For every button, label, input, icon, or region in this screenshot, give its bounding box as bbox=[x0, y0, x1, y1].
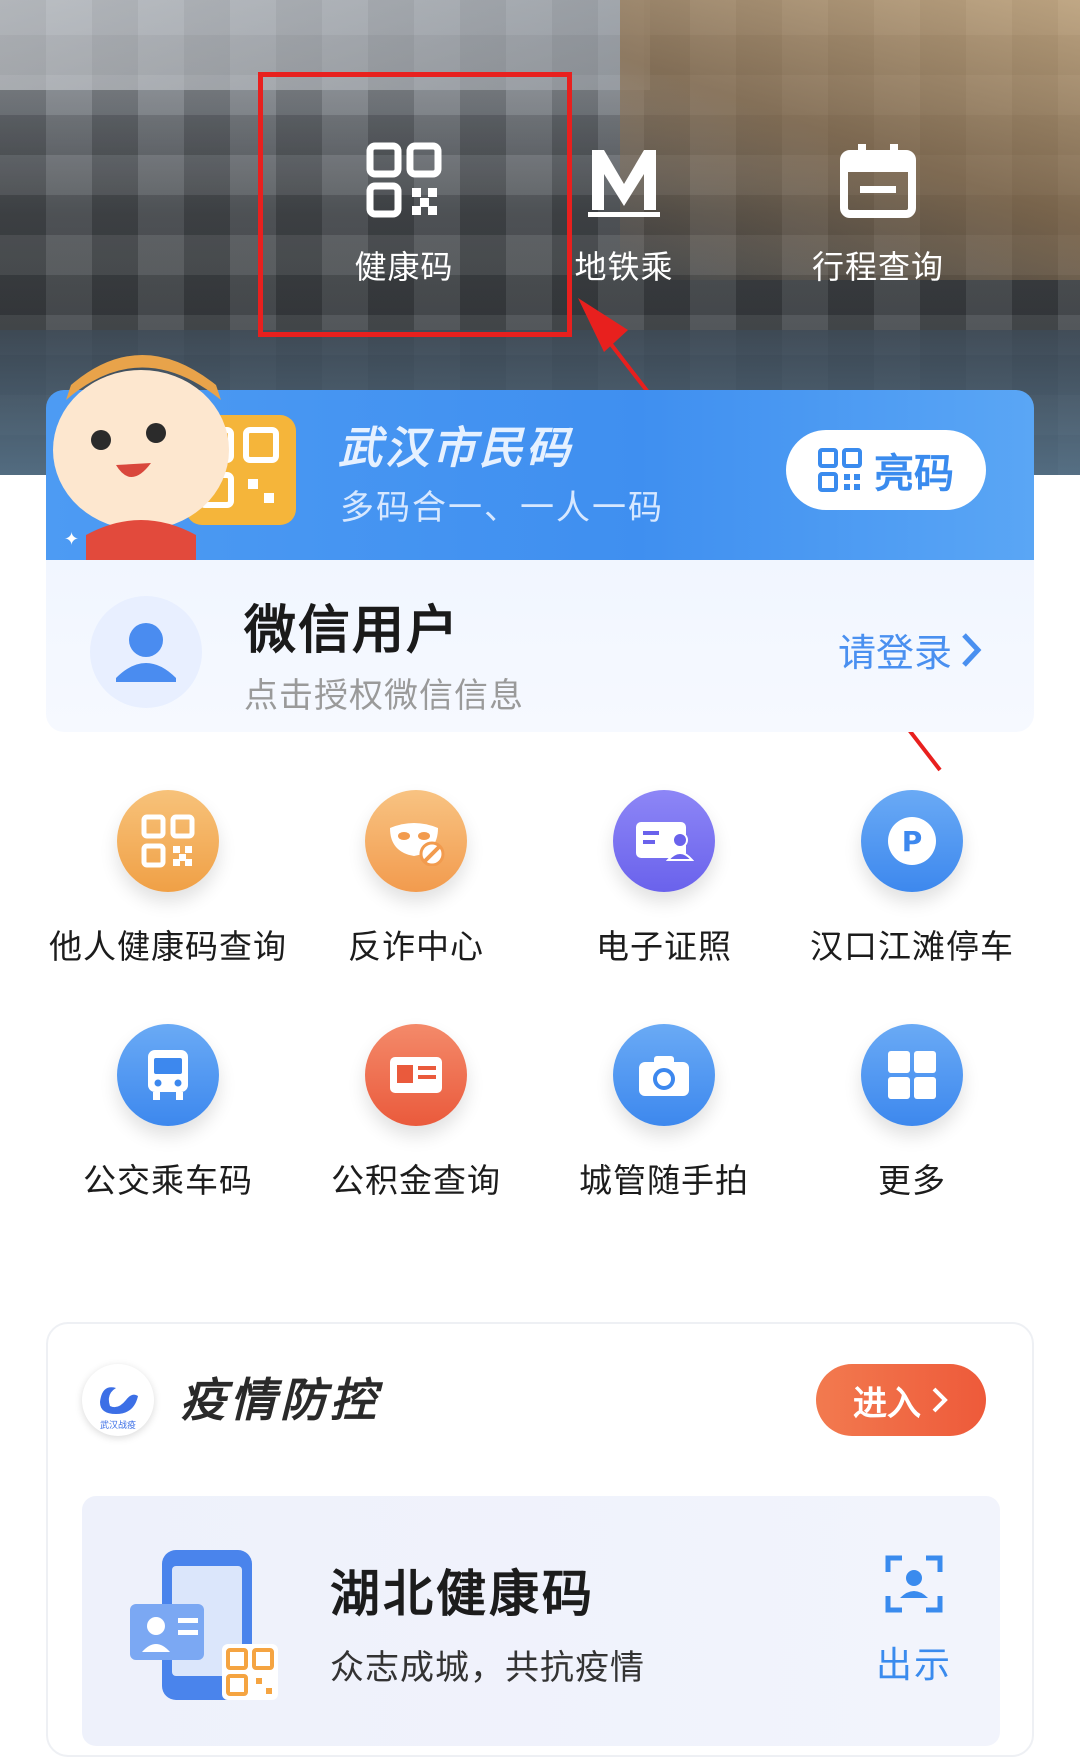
service-others-health-code[interactable]: 他人健康码查询 bbox=[44, 790, 292, 968]
service-anti-fraud[interactable]: 反诈中心 bbox=[292, 790, 540, 968]
present-label: 出示 bbox=[875, 1645, 952, 1686]
grid-icon bbox=[861, 1024, 963, 1126]
camera-icon bbox=[613, 1024, 715, 1126]
qr-code-icon bbox=[818, 448, 862, 492]
service-label: 反诈中心 bbox=[348, 927, 484, 966]
section-title: 疫情防控 bbox=[180, 1373, 380, 1427]
mascot-illustration: ✦ bbox=[53, 355, 296, 575]
parking-icon: P bbox=[861, 790, 963, 892]
annotation-highlight-box bbox=[258, 72, 572, 337]
login-label: 请登录 bbox=[837, 631, 952, 675]
service-more[interactable]: 更多 bbox=[788, 1024, 1036, 1202]
user-icon bbox=[116, 623, 176, 682]
service-label: 公交乘车码 bbox=[83, 1161, 253, 1200]
enter-button[interactable]: 进入 bbox=[816, 1364, 986, 1436]
avatar bbox=[90, 596, 202, 708]
svg-text:武汉战疫: 武汉战疫 bbox=[100, 1419, 136, 1431]
service-label: 电子证照 bbox=[596, 927, 732, 966]
epidemic-control-card: 武汉战疫 疫情防控 进入 湖北健康码 众志成城，共抗疫情 出示 bbox=[46, 1322, 1034, 1757]
login-link[interactable]: 请登录 bbox=[838, 622, 984, 677]
face-scan-icon bbox=[885, 1555, 943, 1613]
quick-link-label: 行程查询 bbox=[811, 248, 944, 286]
user-name: 微信用户 bbox=[244, 601, 461, 661]
svg-text:✦: ✦ bbox=[64, 529, 79, 550]
present-button[interactable]: 出示 bbox=[876, 1554, 952, 1688]
card-icon bbox=[365, 1024, 467, 1126]
qr-code-icon bbox=[117, 790, 219, 892]
phone-id-illustration bbox=[130, 1550, 278, 1700]
user-auth-hint: 点击授权微信信息 bbox=[244, 676, 524, 716]
show-code-button[interactable]: 亮码 bbox=[786, 430, 986, 510]
service-housing-fund[interactable]: 公积金查询 bbox=[292, 1024, 540, 1202]
wuhan-fight-logo-icon: 武汉战疫 bbox=[82, 1364, 154, 1436]
service-label: 汉口江滩停车 bbox=[810, 927, 1014, 966]
svg-text:P: P bbox=[902, 825, 923, 858]
bus-icon bbox=[117, 1024, 219, 1126]
id-card-icon bbox=[613, 790, 715, 892]
service-label: 更多 bbox=[878, 1161, 946, 1200]
mask-icon bbox=[365, 790, 467, 892]
service-hankou-parking[interactable]: P 汉口江滩停车 bbox=[788, 790, 1036, 968]
chevron-right-icon bbox=[962, 632, 982, 667]
service-label: 城管随手拍 bbox=[579, 1161, 749, 1200]
calendar-icon bbox=[840, 144, 916, 218]
enter-label: 进入 bbox=[853, 1383, 921, 1424]
service-e-license[interactable]: 电子证照 bbox=[540, 790, 788, 968]
service-label: 他人健康码查询 bbox=[49, 927, 287, 966]
quick-link-itinerary[interactable]: 行程查询 bbox=[778, 140, 978, 288]
banner-title: 武汉市民码 bbox=[338, 423, 573, 474]
user-card[interactable]: 微信用户 点击授权微信信息 请登录 bbox=[46, 560, 1034, 732]
health-code-title: 湖北健康码 bbox=[330, 1565, 595, 1623]
health-code-subtitle: 众志成城，共抗疫情 bbox=[330, 1648, 645, 1688]
metro-icon bbox=[588, 150, 660, 217]
chevron-right-icon bbox=[932, 1387, 948, 1413]
service-label: 公积金查询 bbox=[331, 1161, 501, 1200]
hubei-health-code-card[interactable]: 湖北健康码 众志成城，共抗疫情 出示 bbox=[82, 1496, 1000, 1746]
service-bus-code[interactable]: 公交乘车码 bbox=[44, 1024, 292, 1202]
show-code-label: 亮码 bbox=[874, 451, 954, 497]
service-city-snap[interactable]: 城管随手拍 bbox=[540, 1024, 788, 1202]
banner-subtitle: 多码合一、一人一码 bbox=[340, 488, 664, 528]
